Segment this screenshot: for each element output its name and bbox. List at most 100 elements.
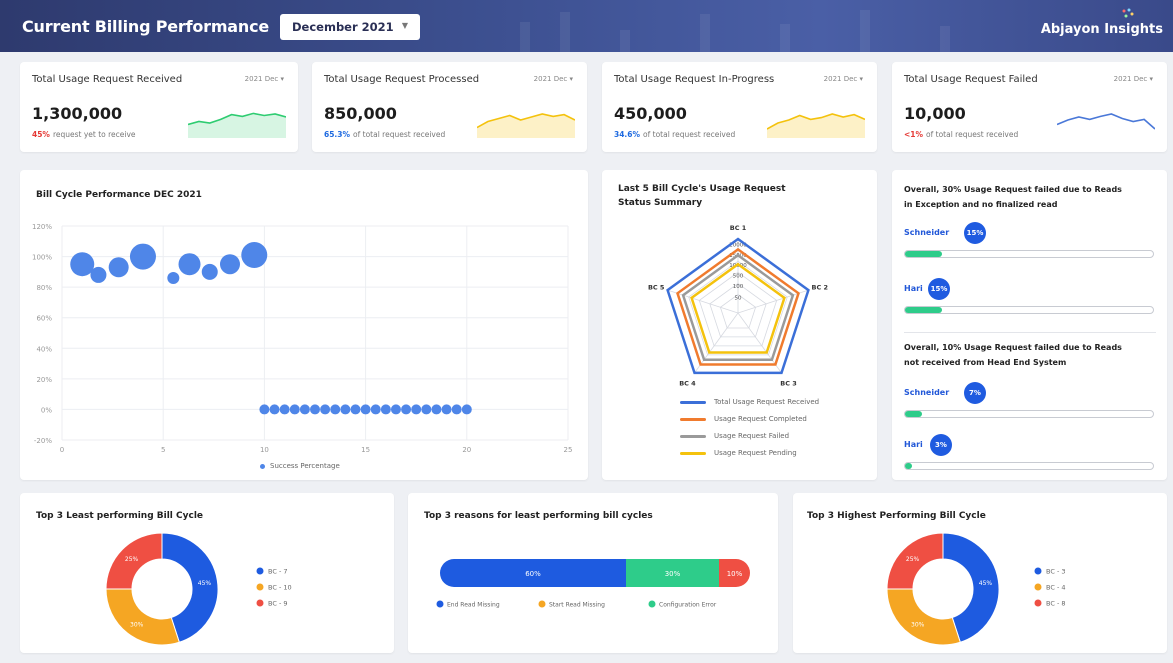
donut-legend-label: BC - 10 [268,584,292,592]
bubble-point [219,254,240,275]
bubble-point [461,404,472,415]
radar-title-line1: Last 5 Bill Cycle's Usage Request [618,184,786,194]
bubble-point [411,404,422,415]
bubble-point [108,257,129,278]
kpi-subtext: 34.6% of total request received [614,130,735,139]
chevron-down-icon: ▼ [401,21,408,30]
vendor-name: Schneider [904,388,950,397]
radar-legend-label: Total Usage Request Received [714,398,820,406]
y-tick-label: 20% [36,376,52,384]
bubble-point [90,266,107,283]
bubble-point [431,404,442,415]
failed-section2-title: Overall, 10% Usage Request failed due to… [904,340,1122,370]
bubble-point [310,404,320,415]
legend-swatch [680,417,706,421]
page-title: Current Billing Performance [22,16,270,36]
kpi-subtext-label: request yet to receive [52,130,136,139]
bill-cycle-performance-card: Bill Cycle Performance DEC 2021 120% 100%… [20,170,588,480]
vendor-name: Schneider [904,228,950,237]
bubble-point [167,271,180,284]
donut-slice-label: 30% [911,621,925,628]
x-tick-label: 5 [161,446,165,454]
bubble-point [320,404,331,415]
header-decoration [700,14,710,52]
failed-section2-line2: not received from Head End System [904,358,1067,367]
highest-donut-chart: 45% BC - 3 30% BC - 4 25% BC - 8 [886,532,1066,646]
kpi-title: Total Usage Request In-Progress [614,74,775,85]
radar-axis-label: BC 3 [780,380,797,388]
kpi-period-select[interactable]: 2021 Dec ▾ [1114,75,1153,83]
radar-chart: BC 1BC 2BC 3BC 4BC 520000150001000050010… [648,224,828,388]
vendor-progress-bar [904,306,1154,314]
donut-slice [886,588,961,646]
bubble-point [129,243,156,270]
kpi-value: 10,000 [904,104,966,123]
month-select[interactable]: December 2021 ▼ [280,14,420,40]
bubble-point [178,253,201,276]
sparkline-area [477,114,575,138]
brand-name: Abjayon Insights [1040,22,1163,37]
chevron-down-icon: ▾ [278,75,284,83]
radar-ring-label: 500 [733,274,744,280]
kpi-period-select[interactable]: 2021 Dec ▾ [245,75,284,83]
sparkline-area [1057,114,1155,138]
radar-axis-label: BC 1 [730,224,747,232]
radar-ring-label: 50 [735,296,742,302]
kpi-sparkline [477,113,575,138]
reason-legend-label: Configuration Error [659,602,717,609]
kpi-subtext-label: of total request received [353,130,446,139]
vendor-percent-badge: 3% [930,434,952,456]
kpi-card-processed: Total Usage Request Processed 2021 Dec ▾ 8… [312,62,587,152]
vendor-name: Hari [904,284,923,293]
donut-legend-label: BC - 4 [1046,584,1066,592]
vendor-name: Hari [904,440,923,449]
vendor-percent-badge: 15% [928,278,950,300]
legend-swatch [680,400,706,404]
reasons-card: Top 3 reasons for least performing bill … [408,493,778,653]
kpi-percentage: <1% [904,130,924,139]
bubble-point [330,404,341,415]
donut-legend-label: BC - 3 [1046,568,1066,576]
x-tick-label: 25 [564,446,573,454]
radar-axis-label: BC 5 [648,283,665,291]
reason-segment-label: 60% [525,570,541,578]
header-decoration [780,24,790,52]
kpi-period-label: 2021 Dec [533,75,568,83]
vendor-progress-fill [905,463,913,469]
bubble-point [259,404,270,415]
failed-section1-title: Overall, 30% Usage Request failed due to… [904,182,1122,212]
kpi-value: 850,000 [324,104,397,123]
kpi-title: Total Usage Request Received [32,74,183,85]
kpi-title: Total Usage Request Processed [324,74,480,85]
kpi-subtext: 65.3% of total request received [324,130,445,139]
vendor-progress-fill [905,251,943,257]
kpi-card-failed: Total Usage Request Failed 2021 Dec ▾ 10,0… [892,62,1167,152]
kpi-percentage: 65.3% [324,130,351,139]
legend-dot [538,600,546,608]
reason-legend-label: Start Read Missing [549,602,605,609]
vendor-percent-badge: 7% [964,382,986,404]
donut-slice-label: 25% [906,556,920,563]
bubble-point [241,242,268,269]
bubble-point [370,404,381,415]
kpi-percentage: 34.6% [614,130,641,139]
y-tick-label: 40% [36,345,52,353]
radar-legend-label: Usage Request Completed [714,415,807,423]
status-summary-card: Last 5 Bill Cycle's Usage Request Status… [602,170,877,480]
reason-legend-label: End Read Missing [447,602,500,609]
divider [904,332,1156,333]
y-tick-label: 80% [36,284,52,292]
reasons-bar-chart: 60% 30% 10% End Read Missing Start Read Miss… [436,559,750,609]
kpi-value: 1,300,000 [32,104,123,123]
bubble-point [401,404,412,415]
radar-legend-label: Usage Request Pending [714,449,797,457]
y-tick-label: -20% [34,437,52,445]
kpi-title: Total Usage Request Failed [904,74,1038,85]
legend-dot [256,599,264,607]
y-tick-label: 0% [41,406,52,414]
legend-dot [256,583,264,591]
kpi-period-select[interactable]: 2021 Dec ▾ [824,75,863,83]
kpi-period-select[interactable]: 2021 Dec ▾ [534,75,573,83]
highest-performing-card: Top 3 Highest Performing Bill Cycle 45% B… [793,493,1167,653]
kpi-subtext-label: of total request received [643,130,736,139]
